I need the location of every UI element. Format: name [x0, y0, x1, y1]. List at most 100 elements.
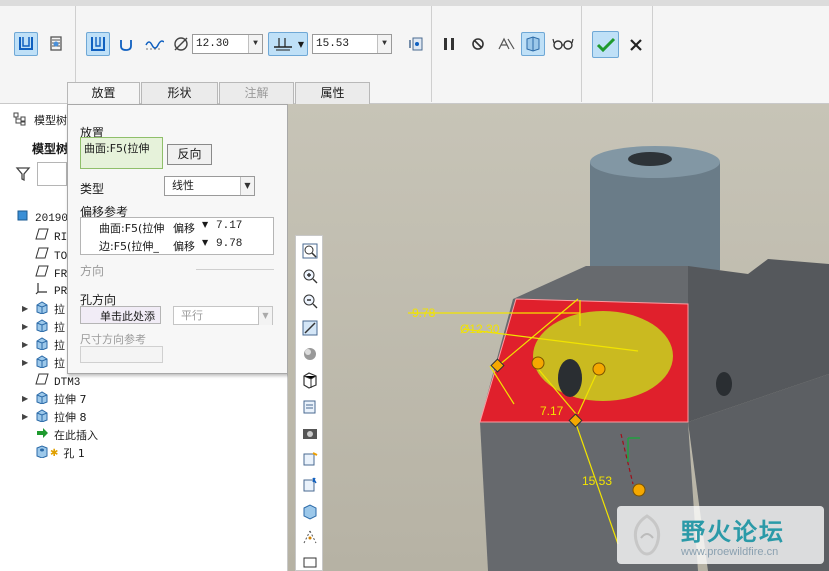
cancel-button[interactable]	[624, 33, 648, 57]
offset-value[interactable]: 7.17	[216, 220, 242, 232]
shading-icon[interactable]	[301, 345, 319, 363]
camera-icon[interactable]	[301, 424, 319, 442]
depth-type-dropdown[interactable]: ▼	[268, 32, 308, 56]
offset-dimension-2[interactable]: 7.17	[540, 404, 563, 418]
countersink-hole-button[interactable]	[114, 32, 138, 56]
tree-search-input[interactable]	[37, 162, 67, 186]
chevron-down-icon[interactable]: ▼	[240, 177, 254, 195]
chevron-down-icon[interactable]: ▼	[202, 238, 208, 247]
annotation-display-icon[interactable]	[301, 554, 319, 571]
dimension-direction-collector[interactable]	[80, 346, 163, 363]
csys-display-icon[interactable]	[301, 528, 319, 546]
extrude-icon	[35, 354, 49, 374]
drag-handle[interactable]	[592, 362, 606, 376]
saved-view-icon[interactable]	[301, 371, 319, 389]
simple-hole-button[interactable]	[14, 32, 38, 56]
expand-arrow-icon[interactable]: ▶	[22, 412, 30, 422]
tree-item[interactable]: ▶ 拉伸 8	[22, 408, 87, 428]
tree-item[interactable]: ▶ 拉	[22, 354, 65, 374]
chevron-down-icon[interactable]: ▼	[248, 35, 262, 53]
pause-button[interactable]	[437, 32, 461, 56]
tree-item[interactable]: ✱ 孔 1	[35, 444, 85, 462]
ok-button[interactable]	[592, 31, 619, 58]
hole-opening	[558, 359, 582, 397]
view-manager-icon[interactable]	[301, 398, 319, 416]
expand-arrow-icon[interactable]: ▶	[22, 340, 30, 350]
divider	[196, 269, 274, 270]
table-row[interactable]: 曲面:F5(拉伸 偏移 ▼ 7.17	[81, 218, 273, 236]
point-display-icon[interactable]	[301, 502, 319, 520]
hole-direction-mode-select[interactable]: 平行 ▼	[173, 306, 273, 325]
geometry-preview-icon	[526, 36, 540, 52]
verify-button[interactable]	[494, 32, 518, 56]
chevron-down-icon[interactable]: ▼	[258, 307, 272, 325]
chevron-down-icon[interactable]: ▼	[202, 220, 208, 229]
offset-ref-name: 曲面:F5(拉伸	[99, 222, 165, 235]
repaint-icon[interactable]	[301, 319, 319, 337]
geometry-preview-button[interactable]	[521, 32, 545, 56]
datum-plane-icon	[35, 246, 49, 266]
tree-item-label: 拉	[54, 339, 65, 352]
flip-button[interactable]: 反向	[167, 144, 212, 165]
drag-handle[interactable]	[531, 356, 545, 370]
placement-type-select[interactable]: 线性 ▼	[164, 176, 255, 196]
tree-item[interactable]: ▶ 拉	[22, 318, 65, 336]
expand-arrow-icon[interactable]: ▶	[22, 304, 30, 314]
refit-icon[interactable]	[301, 242, 319, 260]
tree-item[interactable]: FR	[35, 264, 67, 282]
chevron-down-icon[interactable]: ▼	[377, 35, 391, 53]
tree-item[interactable]: 20190	[16, 208, 68, 226]
expand-arrow-icon[interactable]: ▶	[22, 394, 30, 404]
diameter-combobox[interactable]: 12.30 ▼	[192, 34, 263, 54]
sketch-profile-button[interactable]	[142, 32, 166, 56]
offset-mode[interactable]: 偏移	[173, 220, 195, 236]
drag-handle[interactable]	[632, 483, 646, 497]
filter-icon[interactable]	[15, 166, 31, 182]
diameter-dimension[interactable]: Ø12.30	[460, 322, 499, 336]
tree-item[interactable]: ▶ 拉	[22, 300, 65, 318]
expand-arrow-icon[interactable]: ▶	[22, 358, 30, 368]
offset-ref-name: 边:F5(拉伸_	[99, 240, 159, 253]
table-row[interactable]: 边:F5(拉伸_ 偏移 ▼ 9.78	[81, 236, 273, 254]
tree-item-label: 拉	[54, 321, 65, 334]
tree-item[interactable]: ▶ 拉	[22, 336, 65, 354]
tree-item-label: FR	[54, 269, 68, 281]
tree-item[interactable]: ▶ 拉伸 7	[22, 390, 87, 408]
tab-shape[interactable]: 形状	[141, 82, 218, 104]
offset-mode[interactable]: 偏移	[173, 238, 195, 254]
graphics-viewport[interactable]: 9.78 Ø12.30 7.17 15.53	[288, 104, 829, 571]
straight-hole-button[interactable]	[86, 32, 110, 56]
tab-properties[interactable]: 属性	[295, 82, 370, 104]
tab-placement[interactable]: 放置	[67, 82, 140, 104]
verify-icon	[498, 37, 515, 50]
side-hole	[716, 372, 732, 396]
plane-display-icon[interactable]	[301, 450, 319, 468]
offset-value[interactable]: 9.78	[216, 238, 242, 250]
no-preview-button[interactable]	[466, 32, 490, 56]
model-tree-tab[interactable]: 模型树	[34, 112, 67, 128]
depth-combobox[interactable]: 15.53 ▼	[312, 34, 392, 54]
tree-item[interactable]: DTM3	[35, 372, 80, 390]
primary-reference-collector[interactable]: 曲面:F5(拉伸	[80, 137, 163, 169]
tree-item[interactable]: RI	[35, 227, 67, 245]
tree-item[interactable]: PR	[35, 281, 67, 299]
tree-item[interactable]: TO	[35, 246, 67, 264]
glasses-button[interactable]	[551, 32, 575, 56]
hole-note-button[interactable]	[404, 32, 428, 56]
extrude-icon	[35, 408, 49, 428]
coordinate-system-icon	[35, 281, 49, 301]
glasses-icon	[552, 38, 574, 50]
depth-dimension[interactable]: 15.53	[582, 474, 612, 488]
tree-item-label: 孔 1	[63, 447, 85, 460]
zoom-in-icon[interactable]	[301, 267, 319, 285]
zoom-out-icon[interactable]	[301, 292, 319, 310]
datum-plane-icon	[35, 372, 49, 392]
standard-hole-button[interactable]	[44, 32, 68, 56]
expand-arrow-icon[interactable]: ▶	[22, 322, 30, 332]
offset-dimension-1[interactable]: 9.78	[412, 306, 435, 320]
tree-item[interactable]: 在此插入	[35, 426, 98, 444]
hole-direction-collector[interactable]: 单击此处添	[80, 306, 161, 324]
tree-item-label: RI	[54, 232, 68, 244]
axis-display-icon[interactable]	[301, 476, 319, 494]
tab-annotation[interactable]: 注解	[219, 82, 294, 104]
